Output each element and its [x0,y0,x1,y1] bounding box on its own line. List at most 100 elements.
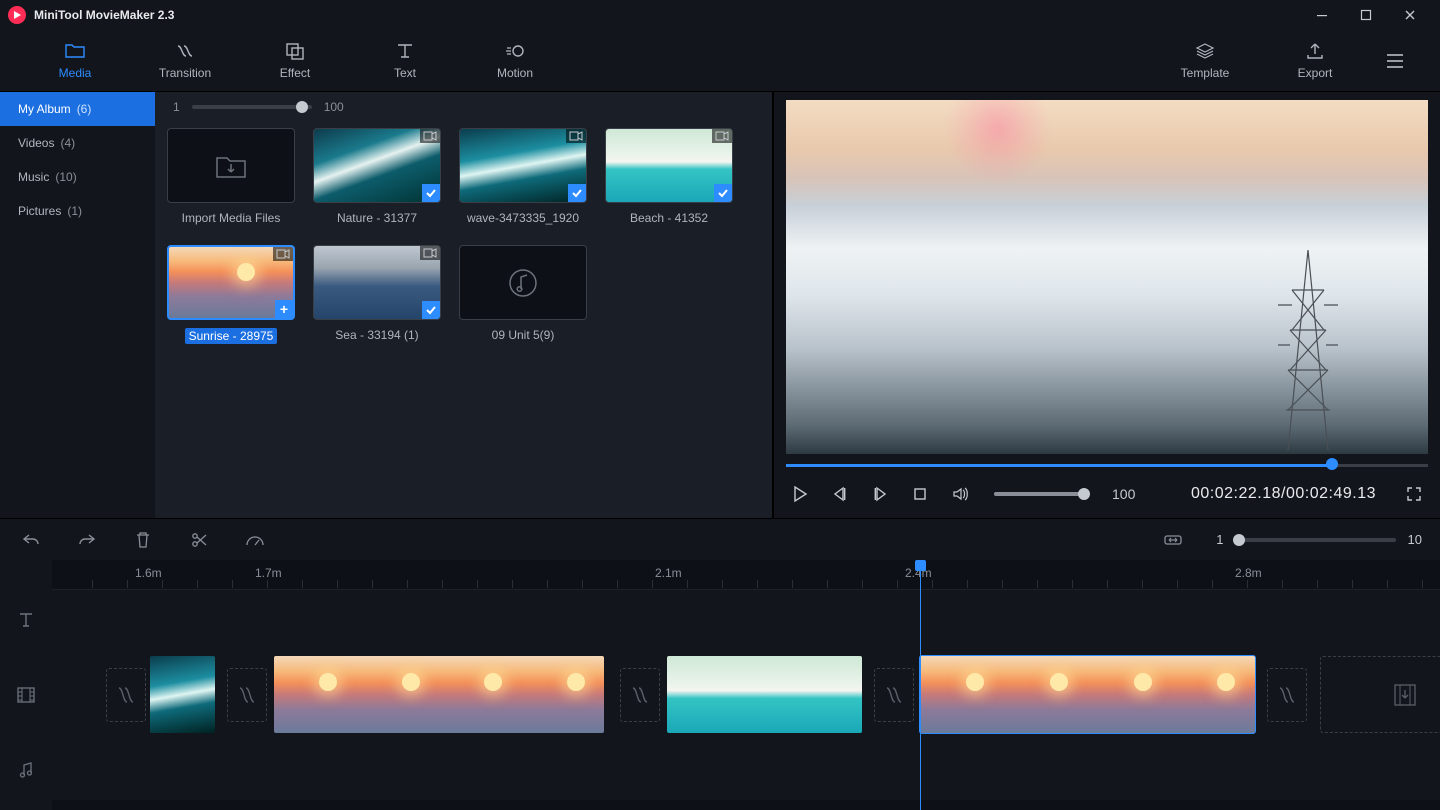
sidebar-item-music[interactable]: Music (10) [0,160,155,194]
ruler-mark: 1.7m [255,566,282,580]
tab-effect-label: Effect [280,66,310,80]
sidebar-item-label: Music [18,170,49,184]
sidebar-item-my-album[interactable]: My Album (6) [0,92,155,126]
import-icon [214,152,248,180]
zoom-min-label: 1 [173,100,180,114]
import-media-button[interactable] [167,128,295,203]
hamburger-menu-button[interactable] [1370,30,1420,91]
tab-media[interactable]: Media [20,30,130,91]
sidebar-item-pictures[interactable]: Pictures (1) [0,194,155,228]
window-minimize-button[interactable] [1300,0,1344,30]
transition-slot[interactable] [1267,668,1307,722]
media-thumb-label: 09 Unit 5(9) [492,328,555,342]
audio-track-head[interactable] [0,740,52,800]
split-button[interactable] [186,527,212,553]
text-icon [394,42,416,60]
timeline: 1.6m1.7m2.1m2.4m2.8m [0,560,1440,810]
fit-timeline-button[interactable] [1160,527,1186,553]
timeline-clip[interactable] [920,656,1255,733]
media-thumb[interactable] [313,128,441,203]
export-button[interactable]: Export [1260,30,1370,91]
media-thumb-label: Sunrise - 28975 [185,328,278,344]
add-to-timeline-button[interactable]: + [275,300,293,318]
play-button[interactable] [790,484,810,504]
preview-panel: 100 00:02:22.18/00:02:49.13 [772,92,1440,518]
timeline-clip[interactable] [150,656,215,733]
media-thumb[interactable]: + [167,245,295,320]
frame-forward-button[interactable] [870,484,890,504]
window-maximize-button[interactable] [1344,0,1388,30]
sidebar-item-count: (1) [67,204,82,218]
film-icon [16,686,36,704]
delete-button[interactable] [130,527,156,553]
preview-seekbar[interactable] [786,460,1428,470]
timeline-drop-slot[interactable] [1320,656,1440,733]
speed-button[interactable] [242,527,268,553]
tab-text[interactable]: Text [350,30,460,91]
undo-button[interactable] [18,527,44,553]
window-close-button[interactable] [1388,0,1432,30]
tab-media-label: Media [59,66,92,80]
media-thumb[interactable] [459,245,587,320]
tab-motion[interactable]: Motion [460,30,570,91]
main-toolbar: Media Transition Effect Text Motion Temp… [0,30,1440,92]
timeline-ruler[interactable]: 1.6m1.7m2.1m2.4m2.8m [52,560,1440,590]
media-thumb-label: Nature - 31377 [337,211,417,225]
video-track-head[interactable] [0,650,52,740]
video-badge-icon [273,247,293,261]
tab-text-label: Text [394,66,416,80]
trash-icon [134,531,152,549]
play-icon [791,485,809,503]
preview-viewport[interactable] [786,100,1428,454]
volume-slider[interactable] [994,492,1084,496]
media-thumb[interactable] [313,245,441,320]
sidebar-item-label: Videos [18,136,54,150]
timeline-zoom-slider[interactable]: 1 10 [1216,532,1422,547]
sidebar-item-count: (6) [77,102,92,116]
transition-slot[interactable] [106,668,146,722]
transition-slot[interactable] [874,668,914,722]
volume-button[interactable] [950,484,970,504]
ruler-mark: 2.1m [655,566,682,580]
sidebar-item-videos[interactable]: Videos (4) [0,126,155,160]
scissors-icon [190,531,208,549]
fullscreen-button[interactable] [1404,484,1424,504]
redo-button[interactable] [74,527,100,553]
audio-track[interactable] [52,740,1440,800]
added-check-icon [422,184,440,202]
stop-button[interactable] [910,484,930,504]
import-media-label: Import Media Files [182,211,281,225]
text-track[interactable] [52,590,1440,650]
tab-motion-label: Motion [497,66,533,80]
ruler-mark: 1.6m [135,566,162,580]
transition-slot[interactable] [620,668,660,722]
thumbnail-zoom-slider[interactable]: 1 100 [167,100,760,120]
video-badge-icon [420,129,440,143]
ruler-mark: 2.8m [1235,566,1262,580]
video-track[interactable] [52,650,1440,740]
tab-transition-label: Transition [159,66,211,80]
timeline-zoom-min: 1 [1216,532,1223,547]
video-badge-icon [712,129,732,143]
timeline-toolbar: 1 10 [0,518,1440,560]
playhead[interactable] [920,560,921,810]
media-thumb[interactable] [605,128,733,203]
timeline-clip[interactable] [667,656,862,733]
volume-value: 100 [1112,486,1135,502]
pylon-graphic [1278,250,1338,450]
video-badge-icon [420,246,440,260]
tab-effect[interactable]: Effect [240,30,350,91]
text-icon [17,611,35,629]
template-button[interactable]: Template [1150,30,1260,91]
app-title: MiniTool MovieMaker 2.3 [34,8,174,22]
fullscreen-icon [1406,486,1422,502]
media-thumb[interactable] [459,128,587,203]
transition-slot[interactable] [227,668,267,722]
tab-transition[interactable]: Transition [130,30,240,91]
title-bar: MiniTool MovieMaker 2.3 [0,0,1440,30]
text-track-head[interactable] [0,590,52,650]
template-icon [1194,42,1216,60]
frame-back-button[interactable] [830,484,850,504]
timecode: 00:02:22.18/00:02:49.13 [1191,485,1376,503]
timeline-clip[interactable] [274,656,604,733]
